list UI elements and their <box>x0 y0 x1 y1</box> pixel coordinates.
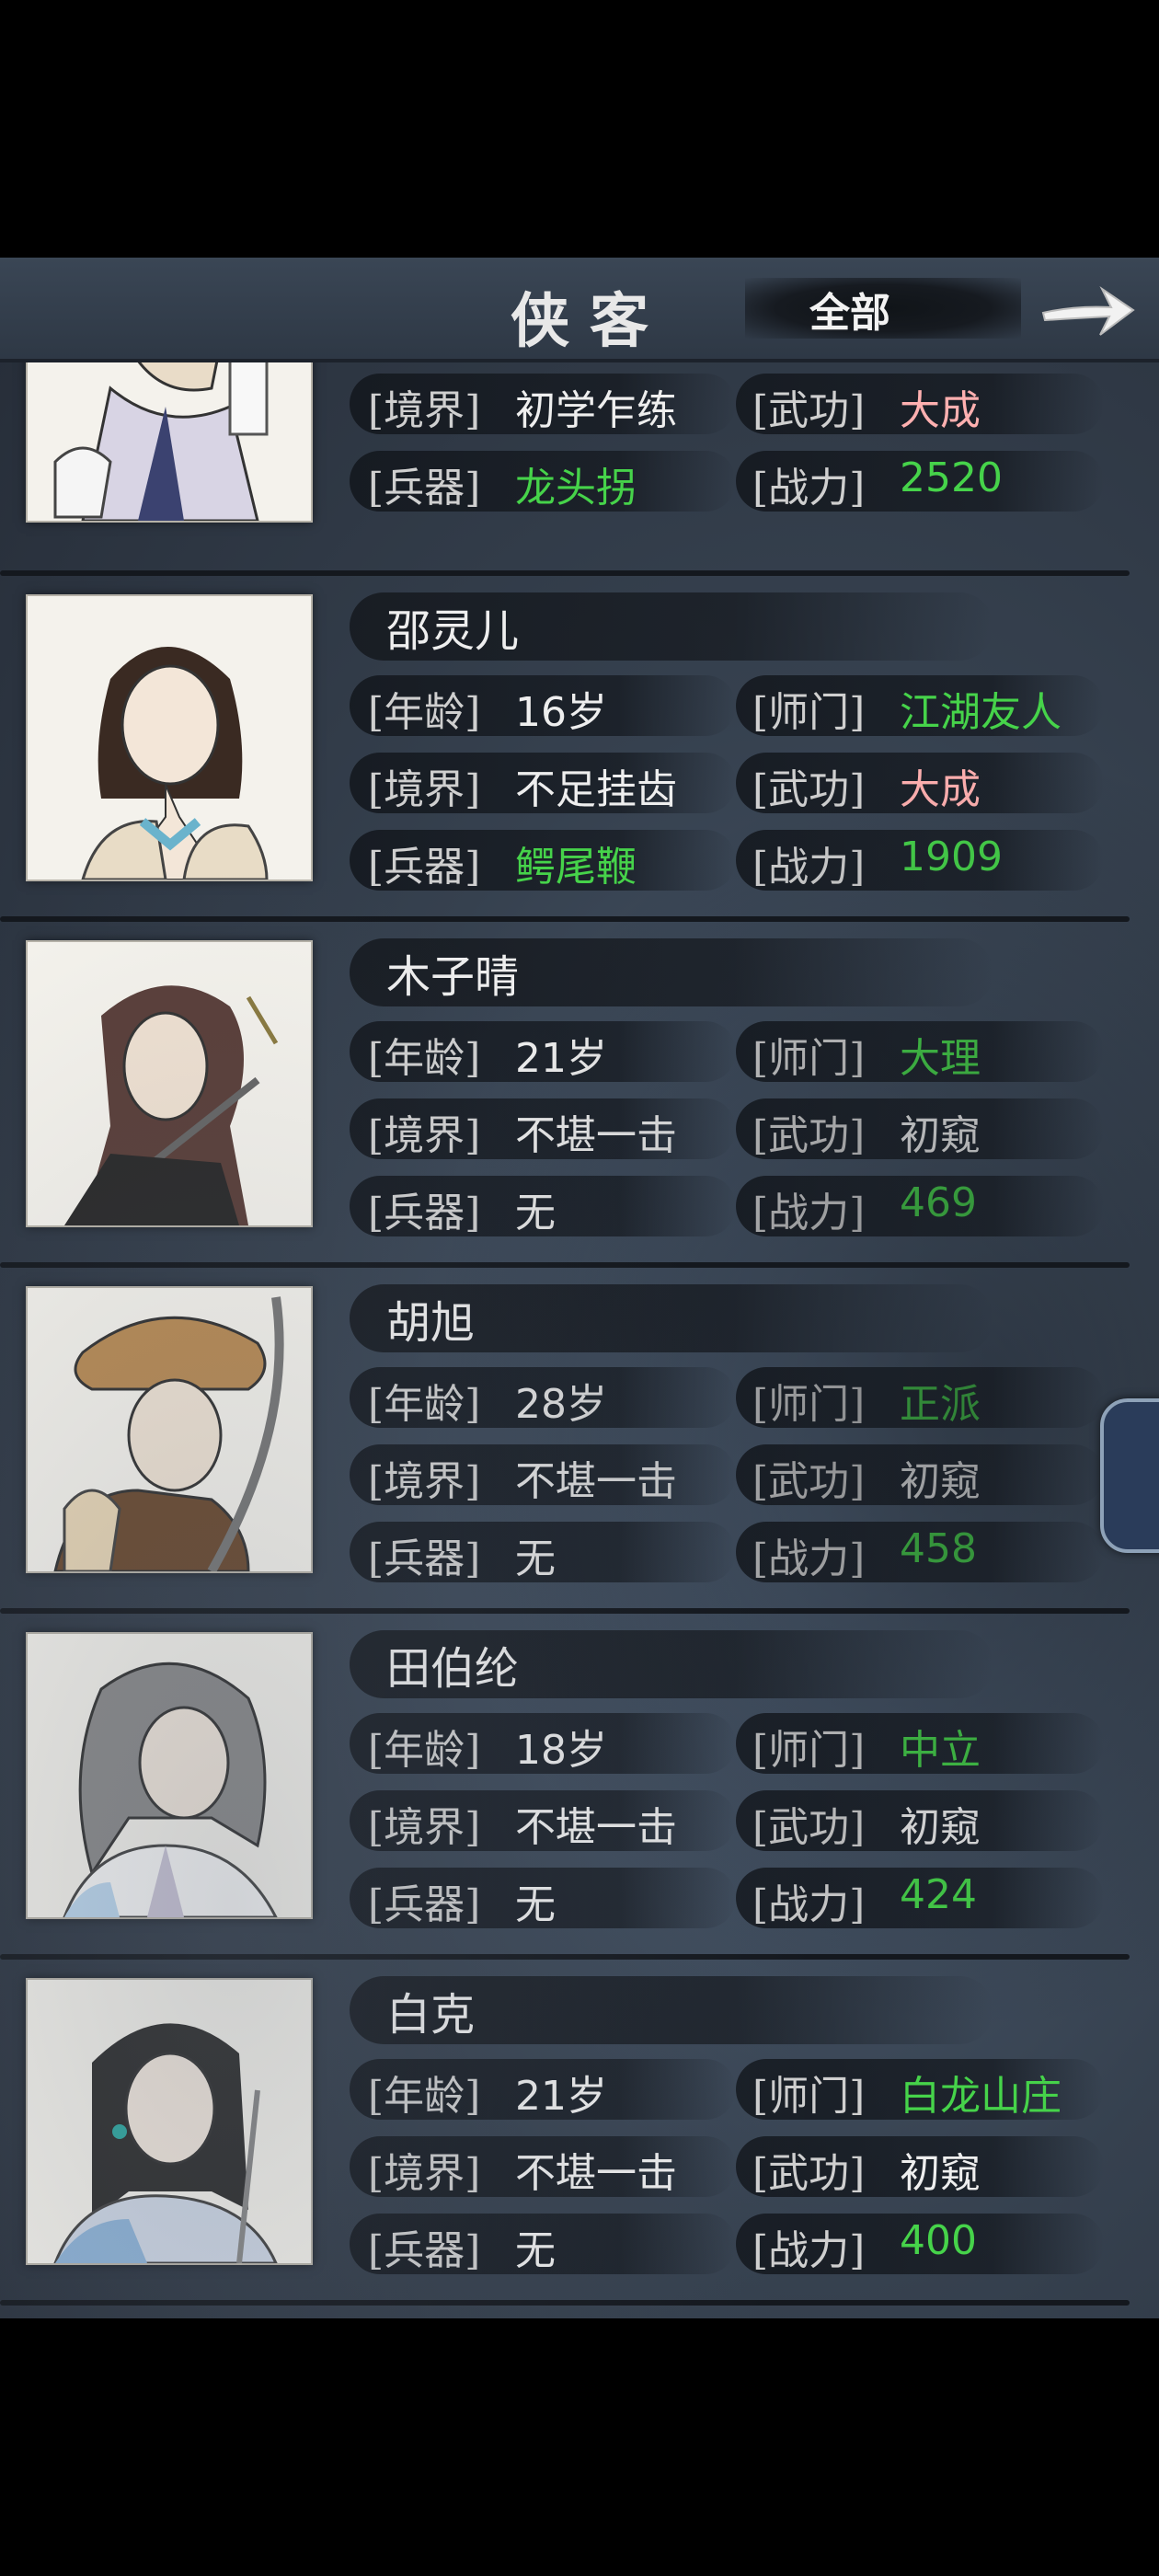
skill-value: 大成 <box>900 387 981 434</box>
hero-entry[interactable]: 木子晴 [年龄] 21岁 [师门] 大理 [境界] 不堪一击 [武功] 初窥 [… <box>0 922 1159 1268</box>
hero-name: 白克 <box>386 1989 476 2041</box>
realm-label: [境界] <box>368 1112 481 1159</box>
age-value: 21岁 <box>515 1035 607 1082</box>
skill-label: [武功] <box>752 766 866 813</box>
realm-value: 不堪一击 <box>515 1804 677 1851</box>
power-value: 458 <box>900 1525 977 1572</box>
realm-label: [境界] <box>368 766 481 813</box>
age-label: [年龄] <box>368 2073 481 2120</box>
sect-value: 大理 <box>900 1035 981 1082</box>
age-label: [年龄] <box>368 689 481 736</box>
realm-label: [境界] <box>368 387 481 434</box>
sect-label: [师门] <box>752 1381 866 1428</box>
power-label: [战力] <box>752 844 866 891</box>
power-value: 469 <box>900 1179 977 1226</box>
age-value: 21岁 <box>515 2073 607 2120</box>
skill-label: [武功] <box>752 1112 866 1159</box>
sect-label: [师门] <box>752 1727 866 1774</box>
sect-value: 正派 <box>900 1381 981 1428</box>
power-value: 424 <box>900 1871 977 1918</box>
skill-value: 初窥 <box>900 2150 981 2197</box>
hero-entry[interactable]: 田伯纶 [年龄] 18岁 [师门] 中立 [境界] 不堪一击 [武功] 初窥 [… <box>0 1614 1159 1960</box>
skill-label: [武功] <box>752 1458 866 1505</box>
power-label: [战力] <box>752 1535 866 1582</box>
weapon-label: [兵器] <box>368 465 481 512</box>
hero-entry[interactable]: 胡旭 [年龄] 28岁 [师门] 正派 [境界] 不堪一击 [武功] 初窥 [兵… <box>0 1268 1159 1614</box>
hero-portrait <box>26 594 313 881</box>
weapon-value: 鳄尾鞭 <box>515 844 637 891</box>
hero-entry[interactable]: 白克 [年龄] 21岁 [师门] 白龙山庄 [境界] 不堪一击 [武功] 初窥 … <box>0 1960 1159 2306</box>
sect-value: 江湖友人 <box>900 689 1061 736</box>
power-label: [战力] <box>752 1190 866 1236</box>
weapon-label: [兵器] <box>368 1881 481 1928</box>
realm-value: 不堪一击 <box>515 1112 677 1159</box>
hero-portrait <box>26 1286 313 1573</box>
weapon-label: [兵器] <box>368 1535 481 1582</box>
hero-name: 田伯纶 <box>386 1643 520 1695</box>
side-book-tab[interactable] <box>1100 1398 1159 1553</box>
weapon-value: 无 <box>515 2227 556 2274</box>
skill-value: 初窥 <box>900 1112 981 1159</box>
realm-label: [境界] <box>368 1458 481 1505</box>
hero-portrait <box>26 1978 313 2265</box>
realm-value: 不堪一击 <box>515 2150 677 2197</box>
weapon-value: 无 <box>515 1881 556 1928</box>
hero-list-panel: [境界] 初学乍练 [武功] 大成 [兵器] 龙头拐 [战力] 2520 邵灵儿… <box>0 258 1159 2318</box>
hero-name: 木子晴 <box>386 951 520 1003</box>
realm-value: 初学乍练 <box>515 387 677 434</box>
realm-value: 不足挂齿 <box>515 766 677 813</box>
power-label: [战力] <box>752 1881 866 1928</box>
sect-value: 白龙山庄 <box>900 2073 1061 2120</box>
header-bar: 侠客 全部 <box>0 258 1159 362</box>
page-title: 侠客 <box>511 287 669 356</box>
hero-entry[interactable]: 邵灵儿 [年龄] 16岁 [师门] 江湖友人 [境界] 不足挂齿 [武功] 大成… <box>0 576 1159 922</box>
sect-label: [师门] <box>752 1035 866 1082</box>
skill-label: [武功] <box>752 2150 866 2197</box>
skill-label: [武功] <box>752 1804 866 1851</box>
hero-portrait <box>26 1632 313 1919</box>
weapon-value: 龙头拐 <box>515 465 637 512</box>
realm-label: [境界] <box>368 1804 481 1851</box>
weapon-label: [兵器] <box>368 844 481 891</box>
power-value: 400 <box>900 2217 977 2264</box>
power-label: [战力] <box>752 465 866 512</box>
power-label: [战力] <box>752 2227 866 2274</box>
age-value: 16岁 <box>515 689 607 736</box>
skill-label: [武功] <box>752 387 866 434</box>
age-label: [年龄] <box>368 1035 481 1082</box>
hero-name: 胡旭 <box>386 1297 476 1349</box>
realm-label: [境界] <box>368 2150 481 2197</box>
hero-portrait <box>26 940 313 1227</box>
age-value: 28岁 <box>515 1381 607 1428</box>
filter-dropdown[interactable]: 全部 <box>809 280 890 339</box>
skill-value: 大成 <box>900 766 981 813</box>
power-value: 2520 <box>900 454 1003 501</box>
age-value: 18岁 <box>515 1727 607 1774</box>
next-arrow-icon[interactable] <box>1038 278 1139 342</box>
sect-value: 中立 <box>900 1727 981 1774</box>
age-label: [年龄] <box>368 1381 481 1428</box>
skill-value: 初窥 <box>900 1804 981 1851</box>
weapon-value: 无 <box>515 1190 556 1236</box>
age-label: [年龄] <box>368 1727 481 1774</box>
weapon-label: [兵器] <box>368 2227 481 2274</box>
sect-label: [师门] <box>752 2073 866 2120</box>
weapon-value: 无 <box>515 1535 556 1582</box>
skill-value: 初窥 <box>900 1458 981 1505</box>
weapon-label: [兵器] <box>368 1190 481 1236</box>
realm-value: 不堪一击 <box>515 1458 677 1505</box>
power-value: 1909 <box>900 834 1003 880</box>
sect-label: [师门] <box>752 689 866 736</box>
hero-name: 邵灵儿 <box>386 605 520 657</box>
hero-list[interactable]: [境界] 初学乍练 [武功] 大成 [兵器] 龙头拐 [战力] 2520 邵灵儿… <box>0 258 1159 2318</box>
